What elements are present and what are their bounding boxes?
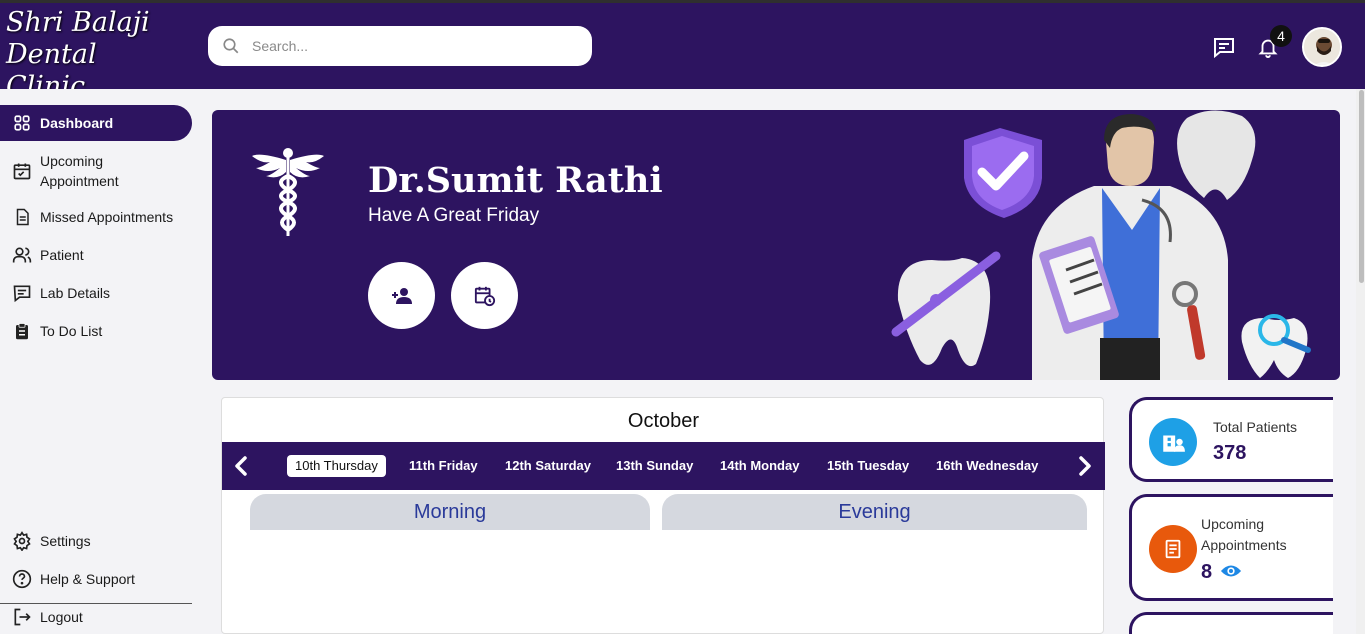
clinic-logo[interactable]: Shri Balaji Dental Clinic bbox=[6, 7, 181, 102]
sidebar-item-to-do-list[interactable]: To Do List bbox=[0, 321, 192, 341]
morning-shift-header[interactable]: Morning bbox=[250, 494, 650, 530]
scrollbar-thumb[interactable] bbox=[1359, 90, 1364, 283]
day-tab[interactable]: 15th Tuesday bbox=[819, 455, 917, 477]
sidebar-item-help-support[interactable]: Help & Support bbox=[0, 569, 192, 589]
clipboard-icon bbox=[12, 321, 32, 341]
logo-line-1: Shri Balaji bbox=[6, 7, 150, 38]
sidebar-item-label: Settings bbox=[40, 533, 91, 549]
sidebar: Dashboard Upcoming Appointment Missed Ap… bbox=[0, 89, 192, 634]
add-user-icon bbox=[391, 287, 412, 304]
sidebar-item-label: Upcoming Appointment bbox=[40, 153, 119, 189]
sidebar-item-upcoming-appointment[interactable]: Upcoming Appointment bbox=[0, 151, 192, 191]
doctor-name: Dr.Sumit Rathi bbox=[368, 160, 663, 201]
sidebar-item-missed-appointments[interactable]: Missed Appointments bbox=[0, 207, 192, 227]
message-icon bbox=[12, 283, 32, 303]
day-tab[interactable]: 10th Thursday bbox=[287, 455, 386, 477]
users-icon bbox=[12, 245, 32, 265]
sidebar-item-logout[interactable]: Logout bbox=[0, 607, 192, 627]
day-tab[interactable]: 14th Monday bbox=[712, 455, 807, 477]
gear-icon bbox=[12, 531, 32, 551]
eye-icon[interactable] bbox=[1220, 563, 1242, 579]
month-title: October bbox=[627, 410, 700, 432]
add-patient-button[interactable] bbox=[368, 262, 435, 329]
schedule-card: October 10th Thursday 11th Friday 12th S… bbox=[221, 397, 1105, 634]
sidebar-item-label: Logout bbox=[40, 609, 83, 625]
sidebar-item-label: Dashboard bbox=[40, 115, 114, 131]
day-tab[interactable]: 11th Friday bbox=[401, 455, 486, 477]
evening-shift-header[interactable]: Evening bbox=[662, 494, 1087, 530]
stat-value: 378 bbox=[1213, 442, 1247, 464]
day-tab[interactable]: 16th Wednesday bbox=[928, 455, 1046, 477]
sidebar-item-label: To Do List bbox=[40, 323, 103, 339]
calendar-check-icon bbox=[12, 161, 32, 181]
stat-label: Total Patients bbox=[1213, 419, 1298, 435]
sidebar-item-patient[interactable]: Patient bbox=[0, 245, 192, 265]
search-icon bbox=[223, 38, 239, 54]
stat-label: Upcoming Appointments bbox=[1201, 516, 1287, 553]
search-box[interactable] bbox=[208, 26, 592, 66]
chevron-right-icon[interactable] bbox=[1072, 454, 1096, 478]
day-tab[interactable]: 12th Saturday bbox=[497, 455, 599, 477]
sidebar-item-label: Lab Details bbox=[40, 285, 111, 301]
total-patients-card[interactable]: Total Patients 378 bbox=[1129, 397, 1333, 482]
dashboard-icon bbox=[12, 113, 32, 133]
chat-icon[interactable] bbox=[1211, 34, 1237, 60]
calendar-clock-icon bbox=[474, 286, 495, 306]
stat-value: 8 bbox=[1201, 561, 1213, 583]
sidebar-item-settings[interactable]: Settings bbox=[0, 531, 192, 551]
hospital-icon bbox=[1149, 418, 1197, 466]
top-header: Shri Balaji Dental Clinic 4 bbox=[0, 3, 1365, 102]
upcoming-appointments-card[interactable]: Upcoming Appointments 8 bbox=[1129, 494, 1333, 601]
sidebar-item-label: Patient bbox=[40, 247, 84, 263]
search-input[interactable] bbox=[252, 38, 552, 54]
help-icon bbox=[12, 569, 32, 589]
caduceus-icon bbox=[252, 148, 324, 236]
logout-icon bbox=[12, 607, 32, 627]
sidebar-item-lab-details[interactable]: Lab Details bbox=[0, 283, 192, 303]
sidebar-item-label: Help & Support bbox=[40, 571, 135, 587]
notification-badge: 4 bbox=[1270, 25, 1292, 47]
next-stat-card[interactable] bbox=[1129, 612, 1333, 634]
avatar[interactable] bbox=[1302, 27, 1342, 67]
sidebar-divider bbox=[0, 603, 192, 604]
greeting-text: Have A Great Friday bbox=[368, 205, 540, 226]
day-selector: 10th Thursday 11th Friday 12th Saturday … bbox=[222, 442, 1105, 490]
schedule-appointment-button[interactable] bbox=[451, 262, 518, 329]
sidebar-item-dashboard[interactable]: Dashboard bbox=[0, 105, 192, 141]
chevron-left-icon[interactable] bbox=[230, 454, 254, 478]
document-icon bbox=[12, 207, 32, 227]
day-tab[interactable]: 13th Sunday bbox=[608, 455, 701, 477]
sidebar-item-label: Missed Appointments bbox=[40, 209, 174, 225]
appointment-doc-icon bbox=[1149, 525, 1197, 573]
welcome-banner: Dr.Sumit Rathi Have A Great Friday bbox=[212, 110, 1340, 380]
doctor-illustration bbox=[891, 110, 1311, 380]
